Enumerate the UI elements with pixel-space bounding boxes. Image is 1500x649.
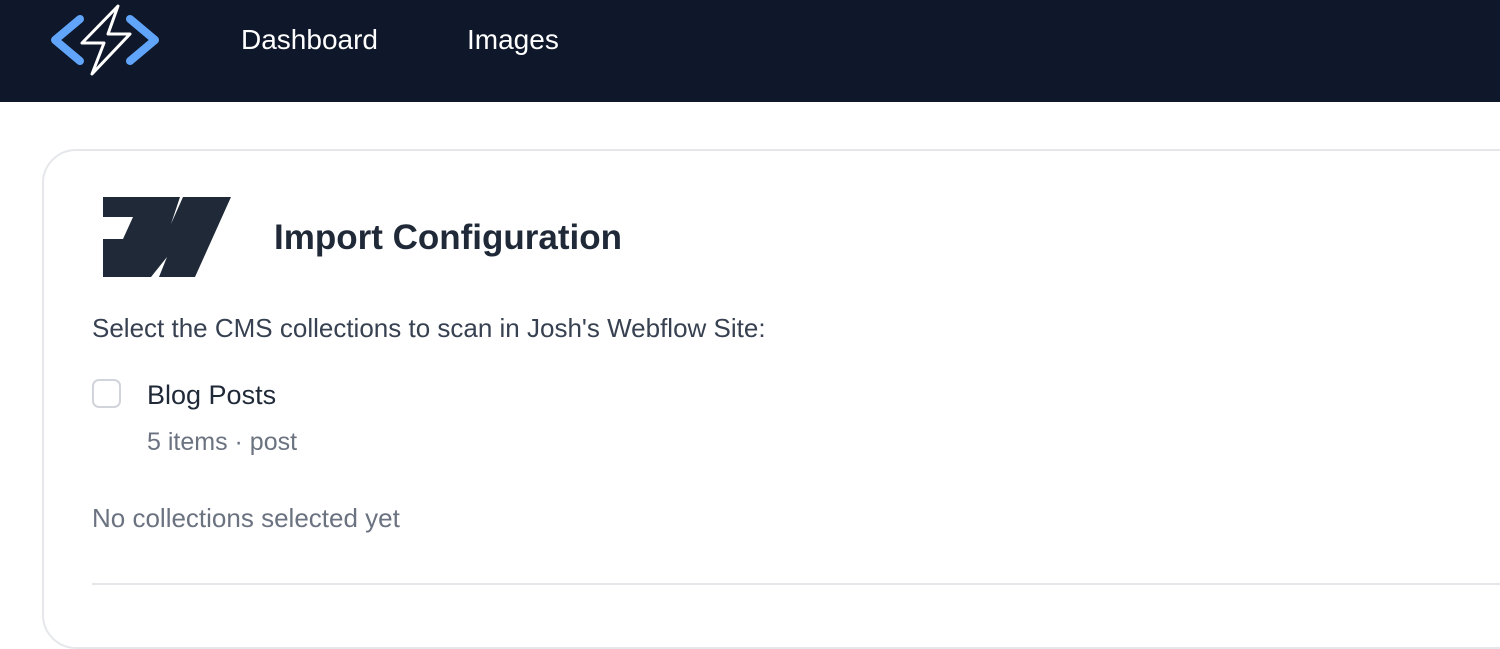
collection-meta: 5 items · post bbox=[147, 428, 298, 456]
app-logo-icon[interactable] bbox=[48, 2, 162, 78]
collection-checkbox-blog-posts[interactable] bbox=[92, 379, 121, 408]
collection-name[interactable]: Blog Posts bbox=[147, 377, 276, 413]
nav-link-dashboard[interactable]: Dashboard bbox=[241, 22, 378, 58]
divider bbox=[92, 583, 1500, 585]
nav-link-images[interactable]: Images bbox=[467, 22, 559, 58]
instructions-text: Select the CMS collections to scan in Jo… bbox=[92, 313, 766, 343]
selection-status-text: No collections selected yet bbox=[92, 503, 400, 533]
page-title: Import Configuration bbox=[274, 218, 623, 257]
webflow-logo-icon bbox=[103, 197, 231, 279]
top-navbar: Dashboard Images bbox=[0, 0, 1500, 102]
